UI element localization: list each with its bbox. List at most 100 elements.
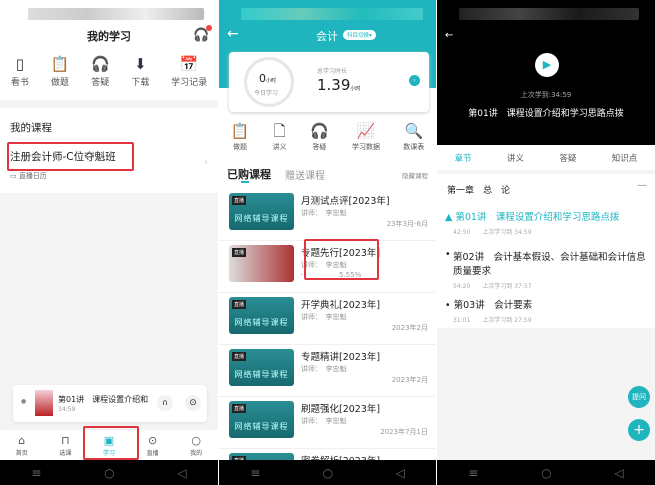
course-date: 23年3月-6月 xyxy=(386,220,428,228)
headphones-icon: 🎧 xyxy=(90,55,110,73)
course-lecturer: 讲师： 李忠魁 xyxy=(301,313,347,321)
chevron-right-icon[interactable]: › xyxy=(204,157,208,168)
course-item[interactable]: 直播 网络辅导课程 月测试点评[2023年] 讲师： 李忠魁 23年3月-6月 xyxy=(219,189,436,241)
close-icon[interactable]: ● xyxy=(21,398,26,405)
shortcut-qa[interactable]: 🎧 答疑 xyxy=(91,56,110,88)
tab-courses[interactable]: ⊓ 选课 xyxy=(59,434,71,457)
course-title: 月测试点评[2023年] xyxy=(301,196,390,207)
shortcut-practice[interactable]: 📋 做题 xyxy=(231,123,250,152)
menu-icon[interactable]: ≡ xyxy=(31,466,41,480)
course-thumbnail: 直播 网络辅导课程 xyxy=(229,297,294,334)
home-button-icon[interactable]: ○ xyxy=(104,466,114,480)
progress-bar xyxy=(301,274,302,275)
add-button[interactable]: + xyxy=(628,419,650,441)
page-title: 会计 xyxy=(316,30,338,43)
tab-notes[interactable]: 讲义 xyxy=(507,152,524,164)
tab-live[interactable]: ⊙ 直播 xyxy=(147,434,159,457)
highlight-box xyxy=(83,426,139,460)
shortcut-download[interactable]: ⬇ 下载 xyxy=(131,56,149,88)
mini-player[interactable]: ● 第01讲 课程设置介绍和 34:59 ∩ ⊙ xyxy=(13,385,207,422)
live-tag: 直播 xyxy=(232,196,247,205)
live-calendar-link[interactable]: ▭ 直播日历 xyxy=(10,171,47,181)
today-hours: 0小时 xyxy=(259,72,277,85)
course-title: 刷题强化[2023年] xyxy=(301,404,381,415)
lesson-item[interactable]: • 第03讲 会计要素 31:01 上次学习到 27:59 xyxy=(445,297,651,324)
clipboard-icon: 📋 xyxy=(50,55,70,73)
play-icon[interactable]: ▶ xyxy=(535,53,559,77)
lesson-tabs: 章节 讲义 答疑 知识点 xyxy=(437,145,655,170)
course-thumbnail: 直播 网络辅导课程 xyxy=(229,401,294,438)
tab-purchased[interactable]: 已购课程 xyxy=(227,166,271,182)
course-lecturer: 讲师： 李忠魁 xyxy=(301,417,347,425)
profile-icon: ○ xyxy=(191,433,201,447)
tab-qa[interactable]: 答疑 xyxy=(559,152,576,164)
video-title: 第01讲 课程设置介绍和学习思路点拨 xyxy=(468,109,624,119)
active-tab-indicator xyxy=(241,181,249,183)
lesson-item[interactable]: ▲ 第01讲 课程设置介绍和学习思路点拨 42:50 上次学习到 34:59 xyxy=(445,209,651,236)
section-title: 我的课程 xyxy=(10,122,52,134)
thumbnail-text: 网络辅导课程 xyxy=(234,422,289,431)
collapse-icon[interactable]: — xyxy=(637,180,647,191)
back-triangle-icon[interactable]: ◁ xyxy=(614,466,623,480)
today-label: 今日学习 xyxy=(254,90,279,97)
chapter-title[interactable]: 第一章 总 论 xyxy=(447,183,510,196)
shortcut-study-data[interactable]: 📈 学习数据 xyxy=(352,123,380,152)
thumbnail-text: 网络辅导课程 xyxy=(234,370,289,379)
my-study-screen: 我的学习 🎧 ▯ 看书 📋 做题 🎧 答疑 ⬇ 下载 📅 学习记录 我的课程 注册会计师-… xyxy=(0,0,218,485)
course-title: 开学典礼[2023年] xyxy=(301,300,381,311)
home-button-icon[interactable]: ○ xyxy=(541,466,551,480)
audio-icon[interactable]: ∩ xyxy=(157,395,173,411)
back-arrow-icon[interactable]: ← xyxy=(445,30,453,41)
course-item[interactable]: 直播 网络辅导课程 刷题强化[2023年] 讲师： 李忠魁 2023年7月1日 xyxy=(219,397,436,449)
ask-question-button[interactable]: 提问 xyxy=(628,386,650,408)
thumbnail-text: 网络辅导课程 xyxy=(234,214,289,223)
back-triangle-icon[interactable]: ◁ xyxy=(396,466,405,480)
subject-switch-button[interactable]: 科目切换▾ xyxy=(343,30,376,40)
shortcut-schedule[interactable]: 🔍 数课表 xyxy=(403,123,424,152)
last-position: 上次学到:34:59 xyxy=(520,91,572,99)
back-arrow-icon[interactable]: ← xyxy=(227,26,239,42)
study-time-card: 0小时 今日学习 总学习时长 1.39小时 › xyxy=(229,52,429,112)
calendar-icon: ▭ xyxy=(10,172,19,180)
search-box-icon: 🔍 xyxy=(404,122,424,140)
menu-icon[interactable]: ≡ xyxy=(468,466,478,480)
lesson-item[interactable]: • 第02讲 会计基本假设、会计基础和会计信息质量要求 54:20 上次学习到 3… xyxy=(445,249,651,290)
tab-chapters[interactable]: 章节 xyxy=(455,152,472,164)
tab-gifted[interactable]: 赠送课程 xyxy=(285,167,325,182)
menu-icon[interactable]: ≡ xyxy=(250,466,260,480)
download-folder-icon: ⬇ xyxy=(134,55,147,73)
tab-home[interactable]: ⌂ 首页 xyxy=(16,434,28,457)
back-triangle-icon[interactable]: ◁ xyxy=(177,466,186,480)
play-icon[interactable]: ⊙ xyxy=(185,395,201,411)
highlight-box xyxy=(304,239,379,280)
course-subject-screen: ← 会计 科目切换▾ 0小时 今日学习 总学习时长 1.39小时 › 📋 做题 🗋… xyxy=(219,0,436,485)
tab-me[interactable]: ○ 我的 xyxy=(190,434,202,457)
calendar-icon: 📅 xyxy=(179,55,199,73)
home-button-icon[interactable]: ○ xyxy=(323,466,333,480)
shortcut-qa[interactable]: 🎧 答疑 xyxy=(310,123,329,152)
total-hours: 1.39小时 xyxy=(317,76,361,94)
live-tag: 直播 xyxy=(232,404,247,413)
clipboard-icon: 📋 xyxy=(230,122,250,140)
shortcut-notes[interactable]: 🗋 讲义 xyxy=(273,123,287,152)
course-thumbnail: 直播 网络辅导课程 xyxy=(229,349,294,386)
course-item[interactable]: 直播 网络辅导课程 专题精讲[2023年] 讲师： 李忠魁 2023年2月 xyxy=(219,345,436,397)
shortcut-read[interactable]: ▯ 看书 xyxy=(11,56,29,88)
tab-knowledge[interactable]: 知识点 xyxy=(612,152,638,164)
player-title: 第01讲 课程设置介绍和 xyxy=(58,395,149,404)
shortcut-practice[interactable]: 📋 做题 xyxy=(51,56,70,88)
headset-icon[interactable]: 🎧 xyxy=(193,25,213,43)
shortcut-record[interactable]: 📅 学习记录 xyxy=(171,56,207,88)
play-circle-icon: ⊙ xyxy=(147,433,158,447)
course-item[interactable]: 直播 网络辅导课程 开学典礼[2023年] 讲师： 李忠魁 2023年2月 xyxy=(219,293,436,345)
lesson-player-screen: ← ▶ 上次学到:34:59 第01讲 课程设置介绍和学习思路点拨 章节 讲义 … xyxy=(437,0,655,485)
thumbnail-text: 网络辅导课程 xyxy=(234,318,289,327)
course-lecturer: 讲师： 李忠魁 xyxy=(301,209,347,217)
system-nav-bar: ≡ ○ ◁ xyxy=(219,460,436,485)
lecturer-thumbnail xyxy=(35,390,53,416)
course-thumbnail: 直播 网络辅导课程 xyxy=(229,193,294,230)
more-arrow-icon[interactable]: › xyxy=(409,75,420,86)
hide-courses-link[interactable]: 隐藏课程 xyxy=(402,170,428,180)
course-date: 2023年7月1日 xyxy=(380,428,428,436)
course-date: 2023年2月 xyxy=(391,376,428,384)
